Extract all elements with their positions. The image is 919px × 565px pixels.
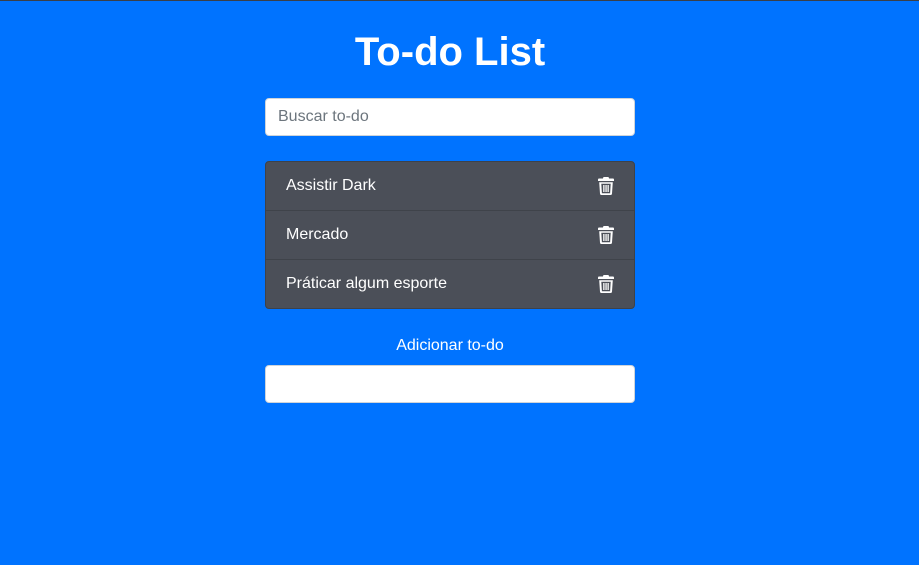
todo-text: Práticar algum esporte [286, 275, 447, 292]
list-item[interactable]: Mercado [266, 211, 634, 260]
todo-text: Mercado [286, 226, 349, 243]
trash-icon[interactable] [598, 226, 614, 244]
list-item[interactable]: Práticar algum esporte [266, 260, 634, 308]
list-item[interactable]: Assistir Dark [266, 162, 634, 211]
todo-list: Assistir Dark Mercado Práticar algum esp… [265, 161, 635, 309]
trash-icon[interactable] [598, 177, 614, 195]
add-todo-label: Adicionar to-do [396, 337, 504, 354]
trash-icon[interactable] [598, 275, 614, 293]
todo-text: Assistir Dark [286, 177, 376, 194]
page-title: To-do List [354, 30, 546, 74]
search-input[interactable] [265, 98, 635, 136]
add-todo-input[interactable] [265, 365, 635, 403]
